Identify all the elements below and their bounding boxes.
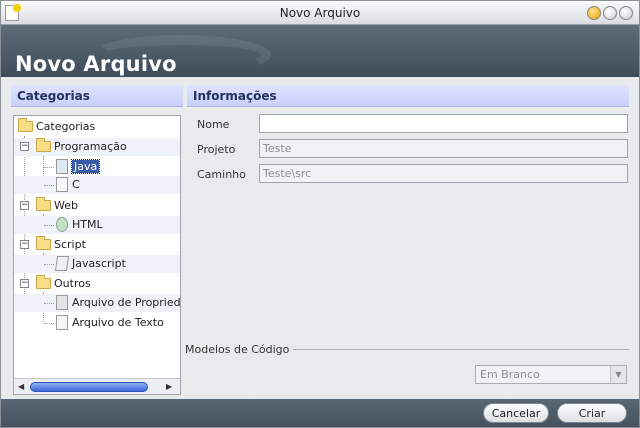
- horizontal-scrollbar[interactable]: ◀ ▶: [14, 378, 180, 394]
- folder-icon: [36, 275, 51, 289]
- create-button[interactable]: Criar: [557, 403, 627, 423]
- folder-icon: [36, 236, 51, 250]
- tree-guide-line: [44, 323, 54, 324]
- c-file-icon: [56, 177, 68, 192]
- caminho-field: Teste\src: [259, 164, 628, 183]
- projeto-field: Teste: [259, 139, 628, 158]
- scroll-left-icon[interactable]: ◀: [18, 382, 24, 391]
- information-panel: Informações Nome Projeto Teste Caminho T…: [187, 85, 629, 183]
- nome-input[interactable]: [259, 114, 628, 133]
- tree-item-outros[interactable]: − Outros: [14, 275, 180, 293]
- information-header: Informações: [187, 85, 629, 107]
- code-templates-label: Modelos de Código: [185, 343, 294, 356]
- scrollbar-thumb[interactable]: [30, 382, 148, 392]
- code-template-value: Em Branco: [480, 368, 540, 381]
- dialog-window: Novo Arquivo Novo Arquivo Categorias Cat…: [0, 0, 640, 428]
- caminho-label: Caminho: [197, 168, 246, 181]
- window-title: Novo Arquivo: [279, 6, 361, 20]
- tree-guide-line: [44, 303, 54, 304]
- java-file-icon: [56, 159, 68, 174]
- code-template-select[interactable]: Em Branco ▼: [475, 365, 627, 384]
- tree-guide-line: [44, 167, 54, 168]
- javascript-file-icon: [54, 256, 70, 271]
- maximize-button[interactable]: [603, 6, 617, 20]
- button-bar: Cancelar Criar: [1, 399, 639, 427]
- tree-item-web[interactable]: − Web: [14, 197, 180, 215]
- tree-item-programacao[interactable]: − Programação: [14, 138, 180, 156]
- tree-item-c[interactable]: C: [14, 176, 180, 194]
- tree-item-java[interactable]: Java: [14, 158, 180, 176]
- collapse-icon[interactable]: −: [20, 201, 29, 210]
- title-bar[interactable]: Novo Arquivo: [1, 1, 639, 25]
- nome-label: Nome: [197, 118, 230, 131]
- cancel-button[interactable]: Cancelar: [483, 403, 549, 423]
- collapse-icon[interactable]: −: [20, 142, 29, 151]
- tree-item-categorias[interactable]: Categorias: [14, 118, 180, 136]
- header-banner: Novo Arquivo: [1, 25, 639, 77]
- html-file-icon: [56, 217, 68, 232]
- categories-header: Categorias: [11, 85, 183, 107]
- text-file-icon: [56, 315, 68, 330]
- tree-item-javascript[interactable]: Javascript: [14, 255, 180, 273]
- projeto-label: Projeto: [197, 143, 236, 156]
- close-button[interactable]: [619, 6, 633, 20]
- folder-icon: [18, 118, 33, 132]
- tree-guide-line: [44, 185, 54, 186]
- banner-heading: Novo Arquivo: [15, 52, 177, 76]
- tree-guide-line: [44, 225, 54, 226]
- folder-icon: [36, 138, 51, 152]
- category-tree[interactable]: Categorias − Programação Java C − Web HT…: [13, 115, 181, 395]
- chevron-down-icon[interactable]: ▼: [610, 366, 626, 383]
- collapse-icon[interactable]: −: [20, 279, 29, 288]
- collapse-icon[interactable]: −: [20, 240, 29, 249]
- minimize-button[interactable]: [587, 6, 601, 20]
- tree-item-script[interactable]: − Script: [14, 236, 180, 254]
- folder-icon: [36, 197, 51, 211]
- scroll-right-icon[interactable]: ▶: [166, 382, 172, 391]
- categories-panel: Categorias Categorias − Programação Java: [11, 85, 183, 397]
- tree-item-arquivo-texto[interactable]: Arquivo de Texto: [14, 314, 180, 332]
- properties-file-icon: [56, 295, 68, 310]
- tree-guide-line: [44, 264, 54, 265]
- tree-item-arquivo-propriedades[interactable]: Arquivo de Propriedad: [14, 294, 180, 312]
- tree-item-html[interactable]: HTML: [14, 216, 180, 234]
